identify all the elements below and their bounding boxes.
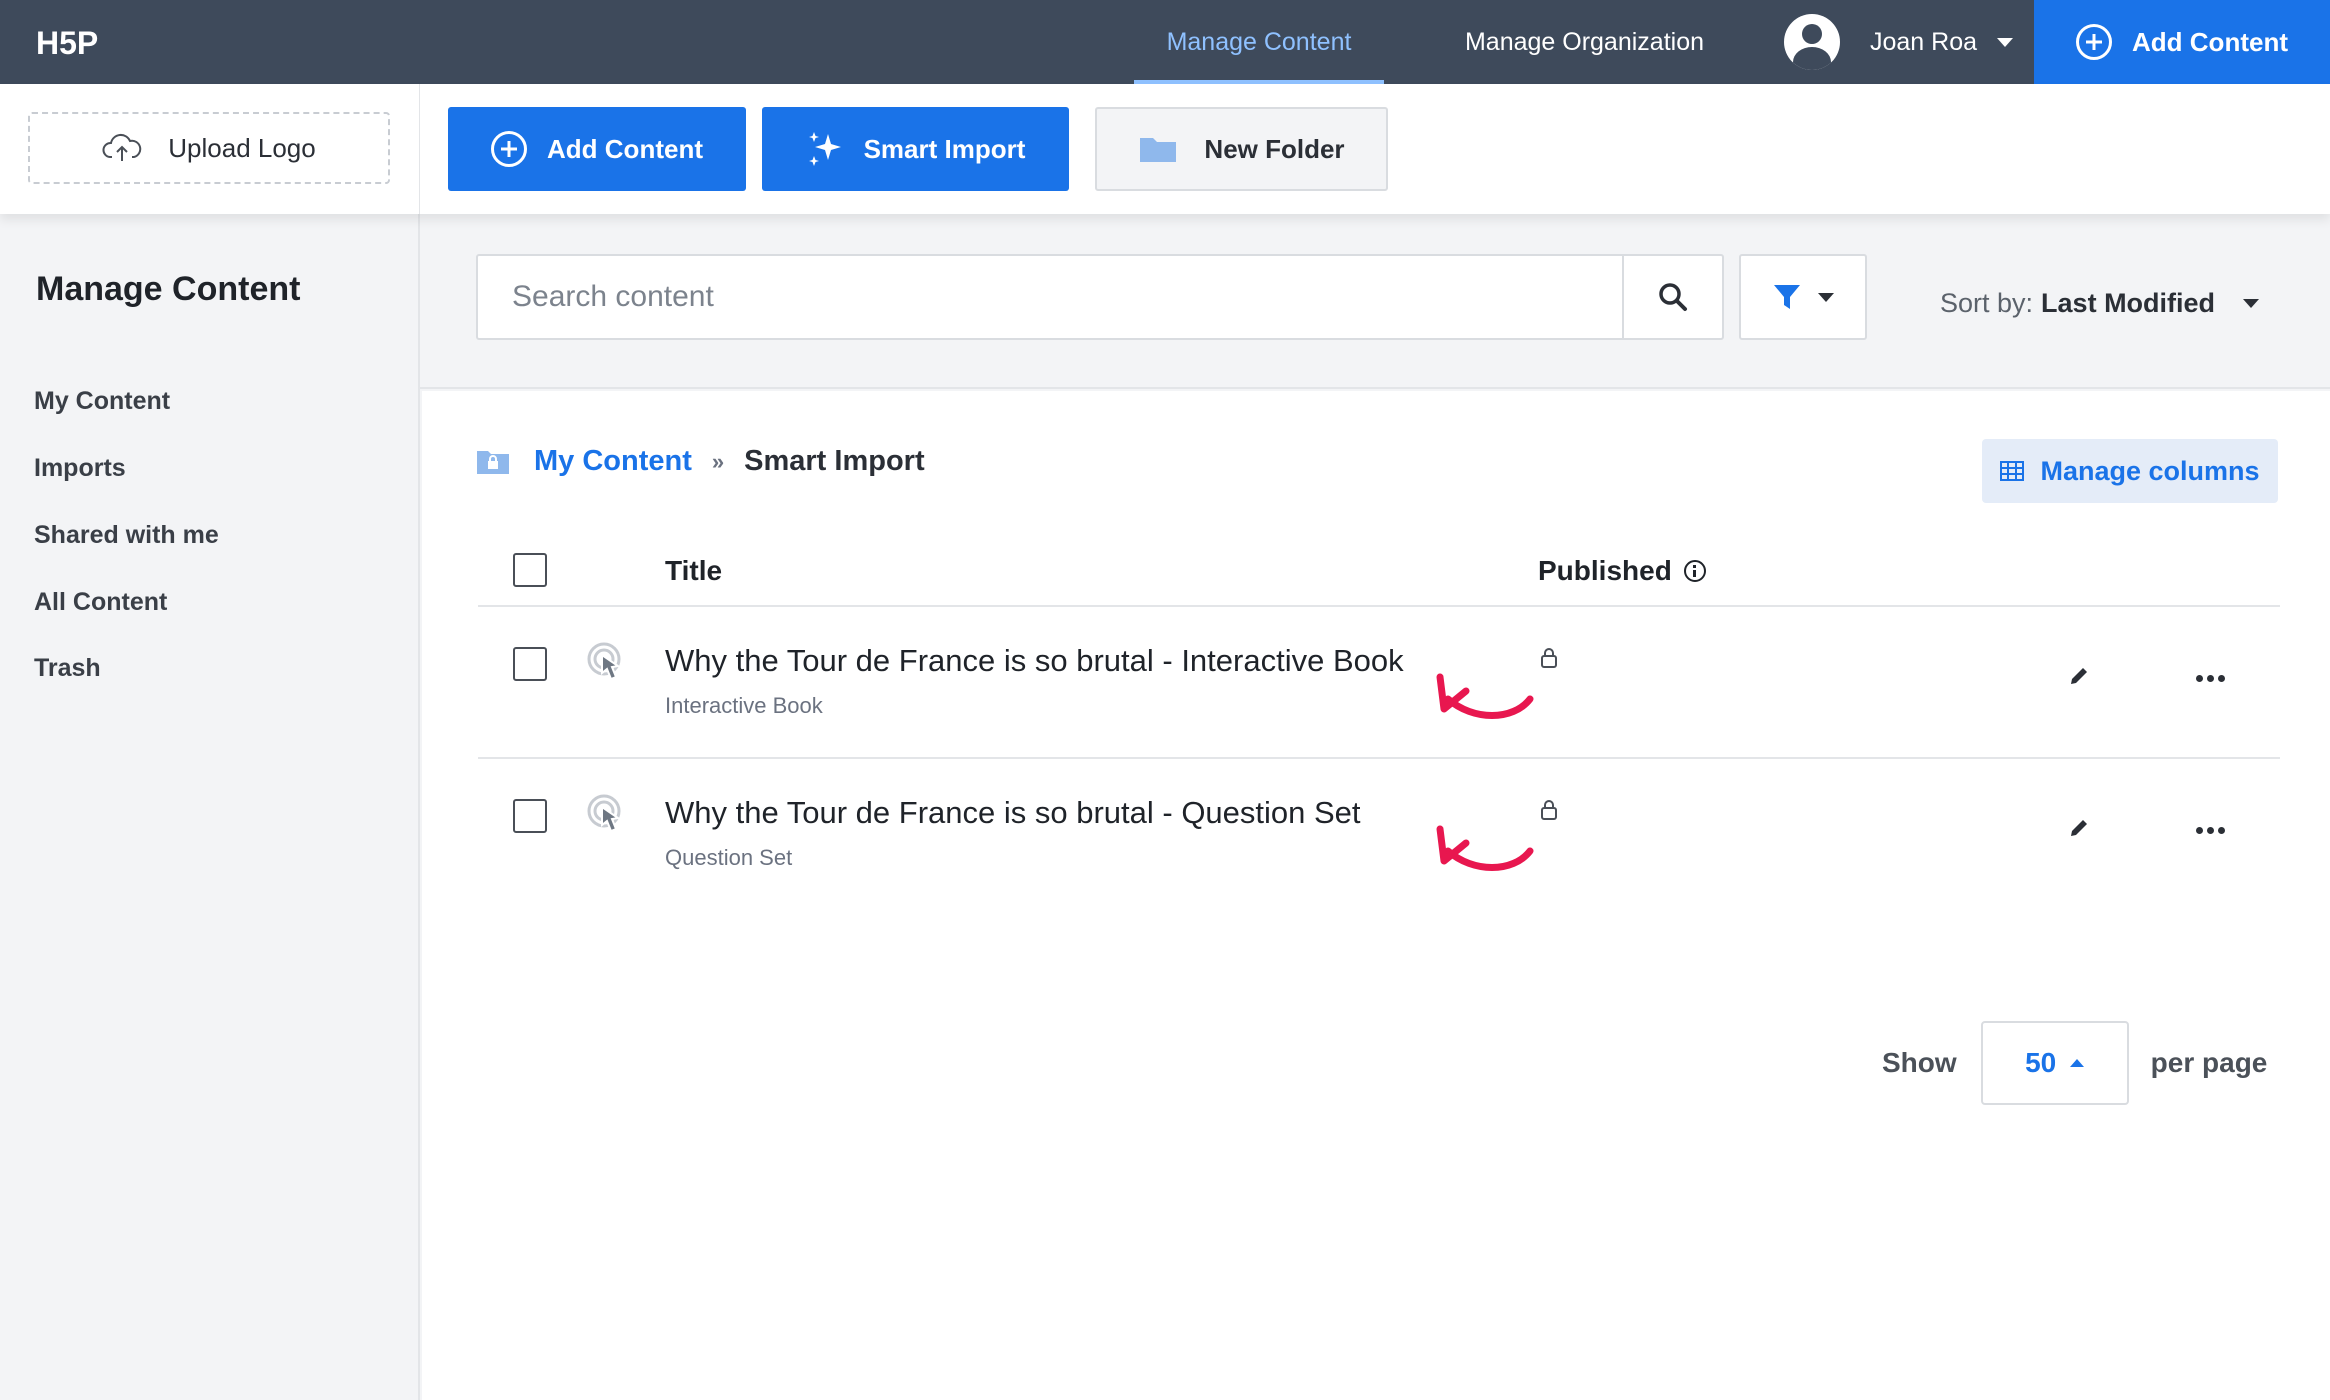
breadcrumb-separator: » — [711, 448, 725, 474]
chevron-up-icon — [2070, 1059, 2085, 1067]
filter-button[interactable] — [1739, 254, 1867, 340]
cloud-upload-icon — [102, 133, 142, 161]
top-add-content-button[interactable]: Add Content — [2034, 0, 2330, 84]
per-page-value: 50 — [2025, 1047, 2057, 1078]
folder-lock-icon — [477, 450, 509, 474]
upload-logo-label: Upload Logo — [168, 132, 316, 163]
nav-manage-organization[interactable]: Manage Organization — [1452, 0, 1717, 84]
row-content-type: Interactive Book — [665, 693, 823, 718]
breadcrumb-my-content[interactable]: My Content — [534, 445, 692, 478]
logo-text: H5P — [36, 25, 98, 60]
edit-button[interactable] — [2064, 813, 2094, 843]
action-toolbar: Upload Logo Add Content Smart Import New… — [0, 84, 2330, 214]
folder-icon — [1140, 138, 1177, 162]
more-options-button[interactable] — [2190, 663, 2230, 693]
sidebar-item-trash[interactable]: Trash — [34, 654, 101, 683]
select-all-checkbox[interactable] — [513, 553, 547, 587]
row-checkbox[interactable] — [513, 647, 547, 681]
info-icon[interactable] — [1683, 560, 1706, 582]
column-header-published[interactable]: Published — [1538, 555, 1706, 587]
pagination-show-label: Show — [1882, 1047, 1957, 1078]
row-content-type: Question Set — [665, 845, 793, 870]
column-header-published-label: Published — [1538, 555, 1672, 586]
table-header: Title Published — [478, 541, 2280, 607]
table-columns-icon — [2000, 461, 2025, 481]
row-title[interactable]: Why the Tour de France is so brutal - In… — [665, 643, 1404, 679]
chevron-down-icon — [1818, 292, 1834, 302]
plus-circle-icon — [2076, 24, 2113, 60]
sidebar-item-my-content[interactable]: My Content — [34, 387, 170, 416]
content-panel: My Content » Smart Import Manage columns… — [422, 391, 2330, 1400]
sidebar-item-shared-with-me[interactable]: Shared with me — [34, 521, 219, 550]
new-folder-button[interactable]: New Folder — [1095, 107, 1388, 191]
h5p-logo[interactable]: H5P — [36, 24, 108, 60]
new-folder-label: New Folder — [1204, 133, 1345, 164]
content-type-icon — [587, 642, 621, 681]
user-avatar-icon — [1784, 14, 1840, 70]
top-add-content-label: Add Content — [2132, 26, 2288, 57]
nav-manage-content[interactable]: Manage Content — [1134, 0, 1384, 84]
pencil-icon — [2071, 668, 2087, 684]
user-name: Joan Roa — [1870, 27, 1978, 56]
per-page-select[interactable]: 50 — [1980, 1021, 2129, 1105]
search-button[interactable] — [1622, 254, 1724, 340]
nav-manage-organization-label: Manage Organization — [1464, 27, 1705, 56]
manage-columns-button[interactable]: Manage columns — [1982, 439, 2278, 503]
chevron-down-icon — [1997, 37, 2014, 47]
pagination-per-page-label: per page — [2150, 1047, 2268, 1078]
sparkles-icon — [808, 132, 841, 166]
content-table: Title Published Why the Tour de France i… — [478, 541, 2280, 911]
sidebar-item-all-content[interactable]: All Content — [34, 588, 167, 617]
upload-logo-button[interactable]: Upload Logo — [28, 112, 390, 184]
annotation-arrow — [1436, 673, 1534, 719]
plus-circle-icon — [491, 131, 528, 167]
sidebar: Manage Content My Content Imports Shared… — [0, 214, 420, 1400]
row-title[interactable]: Why the Tour de France is so brutal - Qu… — [665, 795, 1361, 831]
table-row[interactable]: Why the Tour de France is so brutal - Qu… — [478, 759, 2280, 911]
row-checkbox[interactable] — [513, 799, 547, 833]
annotation-arrow — [1436, 825, 1534, 871]
manage-columns-label: Manage columns — [2040, 455, 2260, 486]
logo-panel: Upload Logo — [0, 84, 420, 214]
add-content-button[interactable]: Add Content — [448, 107, 746, 191]
filter-icon — [1774, 285, 1800, 309]
content-type-icon — [587, 794, 621, 833]
pagination: Show 50 per page — [1882, 1021, 2267, 1105]
column-header-title[interactable]: Title — [665, 555, 722, 587]
pencil-icon — [2071, 820, 2087, 836]
breadcrumb-current: Smart Import — [744, 445, 925, 477]
more-options-button[interactable] — [2190, 815, 2230, 845]
add-content-label: Add Content — [547, 133, 703, 164]
lock-icon — [1541, 648, 1557, 668]
search-icon — [1659, 283, 1687, 311]
smart-import-button[interactable]: Smart Import — [762, 107, 1069, 191]
sort-dropdown[interactable]: Sort by: Last Modified — [1940, 288, 2260, 319]
sidebar-title: Manage Content — [36, 270, 301, 308]
sidebar-item-imports[interactable]: Imports — [34, 454, 126, 483]
search-bar-area: Sort by: Last Modified — [420, 214, 2330, 389]
user-menu[interactable]: Joan Roa — [1784, 0, 2014, 84]
sort-value: Last Modified — [2041, 288, 2216, 318]
top-navigation-bar: H5P Manage Content Manage Organization J… — [0, 0, 2330, 84]
breadcrumb: My Content » Smart Import — [476, 445, 925, 478]
smart-import-label: Smart Import — [863, 133, 1026, 164]
table-row[interactable]: Why the Tour de France is so brutal - In… — [478, 607, 2280, 759]
search-input[interactable] — [476, 254, 1624, 340]
sort-prefix: Sort by: — [1940, 288, 2034, 318]
nav-manage-content-label: Manage Content — [1166, 27, 1352, 56]
chevron-down-icon — [2243, 299, 2260, 308]
edit-button[interactable] — [2064, 661, 2094, 691]
lock-icon — [1541, 800, 1557, 820]
